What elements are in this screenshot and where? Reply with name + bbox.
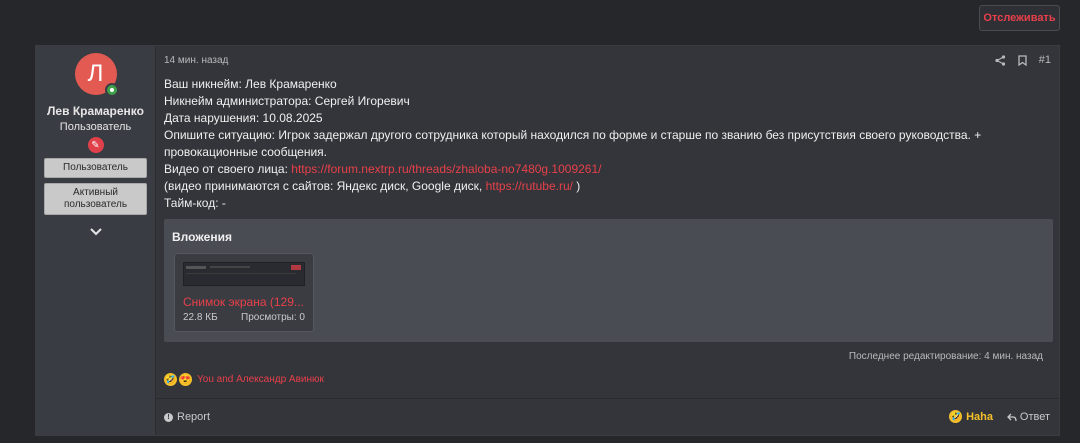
body-line: Ваш никнейм: Лев Крамаренко (164, 77, 337, 91)
alert-icon: ! (164, 412, 173, 422)
body-line: Опишите ситуацию: Игрок задержал другого… (164, 128, 982, 159)
user-name[interactable]: Лев Крамаренко (47, 104, 144, 118)
post-body: Ваш никнейм: Лев Крамаренко Никнейм адми… (164, 76, 1039, 212)
bookmark-icon[interactable] (1018, 54, 1027, 66)
post-time[interactable]: 14 мин. назад (164, 55, 228, 66)
report-button[interactable]: ! Report (164, 411, 210, 423)
rutube-link[interactable]: https://rutube.ru/ (486, 179, 573, 193)
attachments-title: Вложения (172, 230, 232, 244)
laugh-reaction-icon: 🤣 (164, 373, 177, 386)
body-line: Видео от своего лица: https://forum.next… (164, 161, 1039, 178)
post-main: 14 мин. назад #1 Ваш никнейм: Лев Крамар… (156, 46, 1059, 435)
body-text-segment: ) (572, 179, 581, 193)
post: Л Лев Крамаренко Пользователь ✎ Пользова… (35, 45, 1060, 436)
share-icon[interactable] (995, 54, 1006, 66)
avatar[interactable]: Л (74, 53, 119, 97)
post-tools: #1 (995, 54, 1051, 66)
user-title: Пользователь (59, 121, 132, 133)
watch-button[interactable]: Отслеживать (979, 5, 1060, 31)
haha-label: Haha (966, 410, 993, 423)
report-label: Report (177, 411, 211, 423)
attachment-thumbnail[interactable] (183, 262, 305, 286)
laugh-icon: 🤣 (949, 410, 963, 423)
video-link[interactable]: https://forum.nextrp.ru/threads/zhaloba-… (291, 162, 601, 176)
last-edited: Последнее редактирование: 4 мин. назад (848, 351, 1043, 362)
body-line: (видео принимаются с сайтов: Яндекс диск… (164, 178, 1039, 195)
attachment-views: Просмотры: 0 (241, 312, 305, 323)
user-badge-icon: ✎ (87, 137, 104, 153)
reactions-summary[interactable]: 🤣 😍 You and Александр Авинюк (164, 373, 324, 386)
body-line: Тайм-код: - (164, 196, 226, 210)
reply-button[interactable]: Ответ (1006, 411, 1050, 423)
body-text-segment: Видео от своего лица: (164, 162, 292, 176)
attachments-block: Вложения Снимок экрана (129... 22.8 КБ П… (164, 219, 1053, 342)
chevron-down-icon[interactable] (89, 223, 102, 239)
haha-reaction-button[interactable]: 🤣 Haha (949, 410, 993, 423)
reactions-users[interactable]: You and Александр Авинюк (197, 374, 324, 385)
reply-label: Ответ (1019, 411, 1050, 423)
reply-icon (1006, 413, 1017, 421)
avatar-letter: Л (87, 60, 104, 87)
online-status-icon (104, 83, 119, 97)
user-banner: Пользователь (44, 158, 147, 178)
post-footer: ! Report 🤣 Haha Ответ (156, 398, 1059, 436)
attachment-size: 22.8 КБ (183, 312, 218, 323)
body-line: Никнейм администратора: Сергей Игоревич (164, 94, 410, 108)
attachment-name[interactable]: Снимок экрана (129... (183, 295, 307, 309)
body-text-segment: (видео принимаются с сайтов: Яндекс диск… (164, 179, 486, 193)
body-line: Дата нарушения: 10.08.2025 (164, 111, 323, 125)
user-panel: Л Лев Крамаренко Пользователь ✎ Пользова… (36, 46, 156, 435)
user-banner: Активный пользователь (44, 183, 147, 215)
post-number[interactable]: #1 (1039, 54, 1051, 66)
attachment-card[interactable]: Снимок экрана (129... 22.8 КБ Просмотры:… (174, 253, 314, 332)
love-reaction-icon: 😍 (179, 373, 192, 386)
